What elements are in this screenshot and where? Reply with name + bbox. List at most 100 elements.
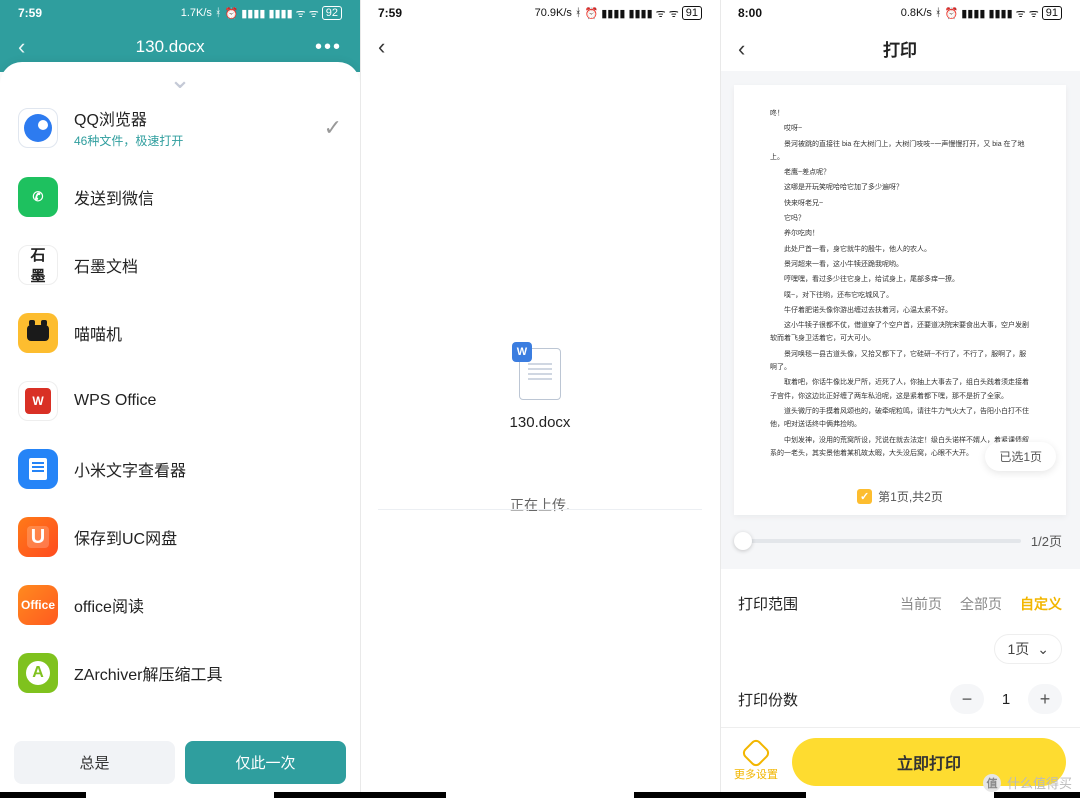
battery-icon: 92: [322, 6, 342, 20]
android-navbar: [0, 792, 360, 798]
app-row-uc-cloud[interactable]: U 保存到UC网盘: [0, 503, 360, 571]
bluetooth-icon: ᚼ: [935, 7, 942, 19]
app-row-miaomiao[interactable]: 喵喵机: [0, 299, 360, 367]
docx-badge: W: [512, 342, 532, 362]
signal-icon: ▮▮▮▮: [988, 7, 1012, 20]
alarm-icon: ⏰: [585, 7, 599, 20]
status-right: 1.7K/s ᚼ ⏰ ▮▮▮▮ ▮▮▮▮ ᯤ ᯤ 92: [181, 6, 342, 21]
app-row-qq-browser[interactable]: QQ浏览器 46种文件，极速打开 ✓: [0, 92, 360, 163]
print-button[interactable]: 立即打印: [792, 738, 1066, 786]
app-label: 小米文字查看器: [74, 457, 186, 481]
signal-icon: ▮▮▮▮: [268, 7, 292, 20]
bluetooth-icon: ᚼ: [215, 7, 222, 19]
wechat-icon: ✆: [18, 177, 58, 217]
range-opt-current[interactable]: 当前页: [900, 594, 942, 614]
page-footer: ✓ 第1页,共2页: [734, 488, 1066, 505]
phone-print: 8:00 0.8K/s ᚼ ⏰ ▮▮▮▮ ▮▮▮▮ ᯤ ᯤ 91 ‹ 打印 咚！…: [720, 0, 1080, 798]
signal-icon: ▮▮▮▮: [961, 7, 985, 20]
wifi-icon: ᯤ: [669, 6, 679, 21]
divider: [378, 509, 702, 510]
app-label: QQ浏览器: [74, 106, 183, 130]
battery-icon: 91: [1042, 6, 1062, 20]
docx-icon: W: [519, 348, 561, 400]
phone-uploading: 7:59 70.9K/s ᚼ ⏰ ▮▮▮▮ ▮▮▮▮ ᯤ ᯤ 91 ‹ W 13…: [360, 0, 720, 798]
app-label: 石墨文档: [74, 253, 138, 277]
gear-icon: [740, 737, 771, 768]
app-row-wps[interactable]: W WPS Office: [0, 367, 360, 435]
app-row-office-read[interactable]: Office office阅读: [0, 571, 360, 639]
zarchiver-icon: A: [18, 653, 58, 693]
page-counter: 第1页,共2页: [878, 488, 943, 505]
copies-label: 打印份数: [738, 689, 798, 710]
range-opt-all[interactable]: 全部页: [960, 594, 1002, 614]
app-row-shimo[interactable]: 石墨 石墨文档: [0, 231, 360, 299]
range-segmented: 当前页 全部页 自定义: [900, 594, 1062, 614]
status-time: 7:59: [18, 6, 42, 20]
preview-text: 咚！哎呀~景河被跳的直接往 bia 在大树门上，大树门吱吱~一声慢慢打开，又 b…: [770, 107, 1030, 460]
print-area: 咚！哎呀~景河被跳的直接往 bia 在大树门上，大树门吱吱~一声慢慢打开，又 b…: [720, 71, 1080, 569]
bottom-bar: 更多设置 立即打印: [720, 728, 1080, 798]
app-row-zarchiver[interactable]: A ZArchiver解压缩工具: [0, 639, 360, 707]
signal-icon: ▮▮▮▮: [628, 7, 652, 20]
app-label: ZArchiver解压缩工具: [74, 661, 222, 685]
chevron-down-icon: ⌄: [1037, 641, 1049, 658]
wps-icon: W: [18, 381, 58, 421]
more-settings-button[interactable]: 更多设置: [734, 742, 778, 782]
battery-icon: 91: [682, 6, 702, 20]
range-select-row: 1页 ⌄: [738, 624, 1062, 674]
status-right: 70.9K/s ᚼ ⏰ ▮▮▮▮ ▮▮▮▮ ᯤ ᯤ 91: [535, 6, 702, 21]
range-opt-custom[interactable]: 自定义: [1020, 594, 1062, 614]
back-button[interactable]: ‹: [378, 36, 385, 58]
share-sheet: ⌄ QQ浏览器 46种文件，极速打开 ✓ ✆ 发送到微信 石墨 石墨文档 喵: [0, 62, 360, 798]
always-button[interactable]: 总是: [14, 741, 175, 784]
more-button[interactable]: •••: [315, 37, 342, 57]
app-label: 发送到微信: [74, 185, 154, 209]
page-slider[interactable]: 1/2页: [734, 515, 1066, 562]
print-range-row: 打印范围 当前页 全部页 自定义: [738, 583, 1062, 624]
app-sublabel: 46种文件，极速打开: [74, 132, 183, 149]
status-bar: 7:59 70.9K/s ᚼ ⏰ ▮▮▮▮ ▮▮▮▮ ᯤ ᯤ 91: [360, 0, 720, 26]
app-row-wechat[interactable]: ✆ 发送到微信: [0, 163, 360, 231]
status-right: 0.8K/s ᚼ ⏰ ▮▮▮▮ ▮▮▮▮ ᯤ ᯤ 91: [901, 6, 1062, 21]
bluetooth-icon: ᚼ: [575, 7, 582, 19]
upload-status: 正在上传.: [510, 495, 570, 515]
app-row-xiaomi-doc[interactable]: 小米文字查看器: [0, 435, 360, 503]
print-settings: 打印范围 当前页 全部页 自定义 1页 ⌄ 打印份数 − 1 +: [720, 569, 1080, 728]
wifi-icon: ᯤ: [1016, 6, 1026, 21]
signal-icon: ▮▮▮▮: [241, 7, 265, 20]
copies-value: 1: [984, 691, 1028, 708]
app-label: office阅读: [74, 593, 144, 617]
wifi-icon: ᯤ: [1029, 6, 1039, 21]
status-time: 8:00: [738, 6, 762, 20]
back-button[interactable]: ‹: [738, 38, 745, 60]
range-select[interactable]: 1页 ⌄: [994, 634, 1062, 664]
minus-button[interactable]: −: [950, 684, 984, 714]
page-preview[interactable]: 咚！哎呀~景河被跳的直接往 bia 在大树门上，大树门吱吱~一声慢慢打开，又 b…: [734, 85, 1066, 515]
office-read-icon: Office: [18, 585, 58, 625]
title-bar: ‹ 130.docx •••: [0, 26, 360, 62]
slider-track[interactable]: [738, 539, 1021, 543]
file-title: 130.docx: [136, 37, 205, 57]
app-label: WPS Office: [74, 392, 156, 410]
app-list: QQ浏览器 46种文件，极速打开 ✓ ✆ 发送到微信 石墨 石墨文档 喵喵机 W…: [0, 92, 360, 731]
android-navbar: [360, 792, 720, 798]
wifi-icon: ᯤ: [656, 6, 666, 21]
selected-chip: 已选1页: [985, 442, 1056, 471]
checkbox-icon[interactable]: ✓: [857, 489, 872, 504]
check-icon: ✓: [324, 115, 342, 141]
app-label: 保存到UC网盘: [74, 525, 177, 549]
once-button[interactable]: 仅此一次: [185, 741, 346, 784]
print-range-label: 打印范围: [738, 593, 798, 614]
shimo-icon: 石墨: [18, 245, 58, 285]
wifi-icon: ᯤ: [296, 6, 306, 21]
slider-label: 1/2页: [1031, 531, 1062, 550]
slider-thumb[interactable]: [734, 532, 752, 550]
sheet-handle[interactable]: ⌄: [169, 68, 191, 92]
phone-share-sheet: 7:59 1.7K/s ᚼ ⏰ ▮▮▮▮ ▮▮▮▮ ᯤ ᯤ 92 ‹ 130.d…: [0, 0, 360, 798]
sheet-footer: 总是 仅此一次: [0, 731, 360, 798]
plus-button[interactable]: +: [1028, 684, 1062, 714]
back-button[interactable]: ‹: [18, 36, 25, 58]
copies-stepper: − 1 +: [950, 684, 1062, 714]
title-bar: ‹: [360, 26, 720, 64]
uc-icon: U: [18, 517, 58, 557]
